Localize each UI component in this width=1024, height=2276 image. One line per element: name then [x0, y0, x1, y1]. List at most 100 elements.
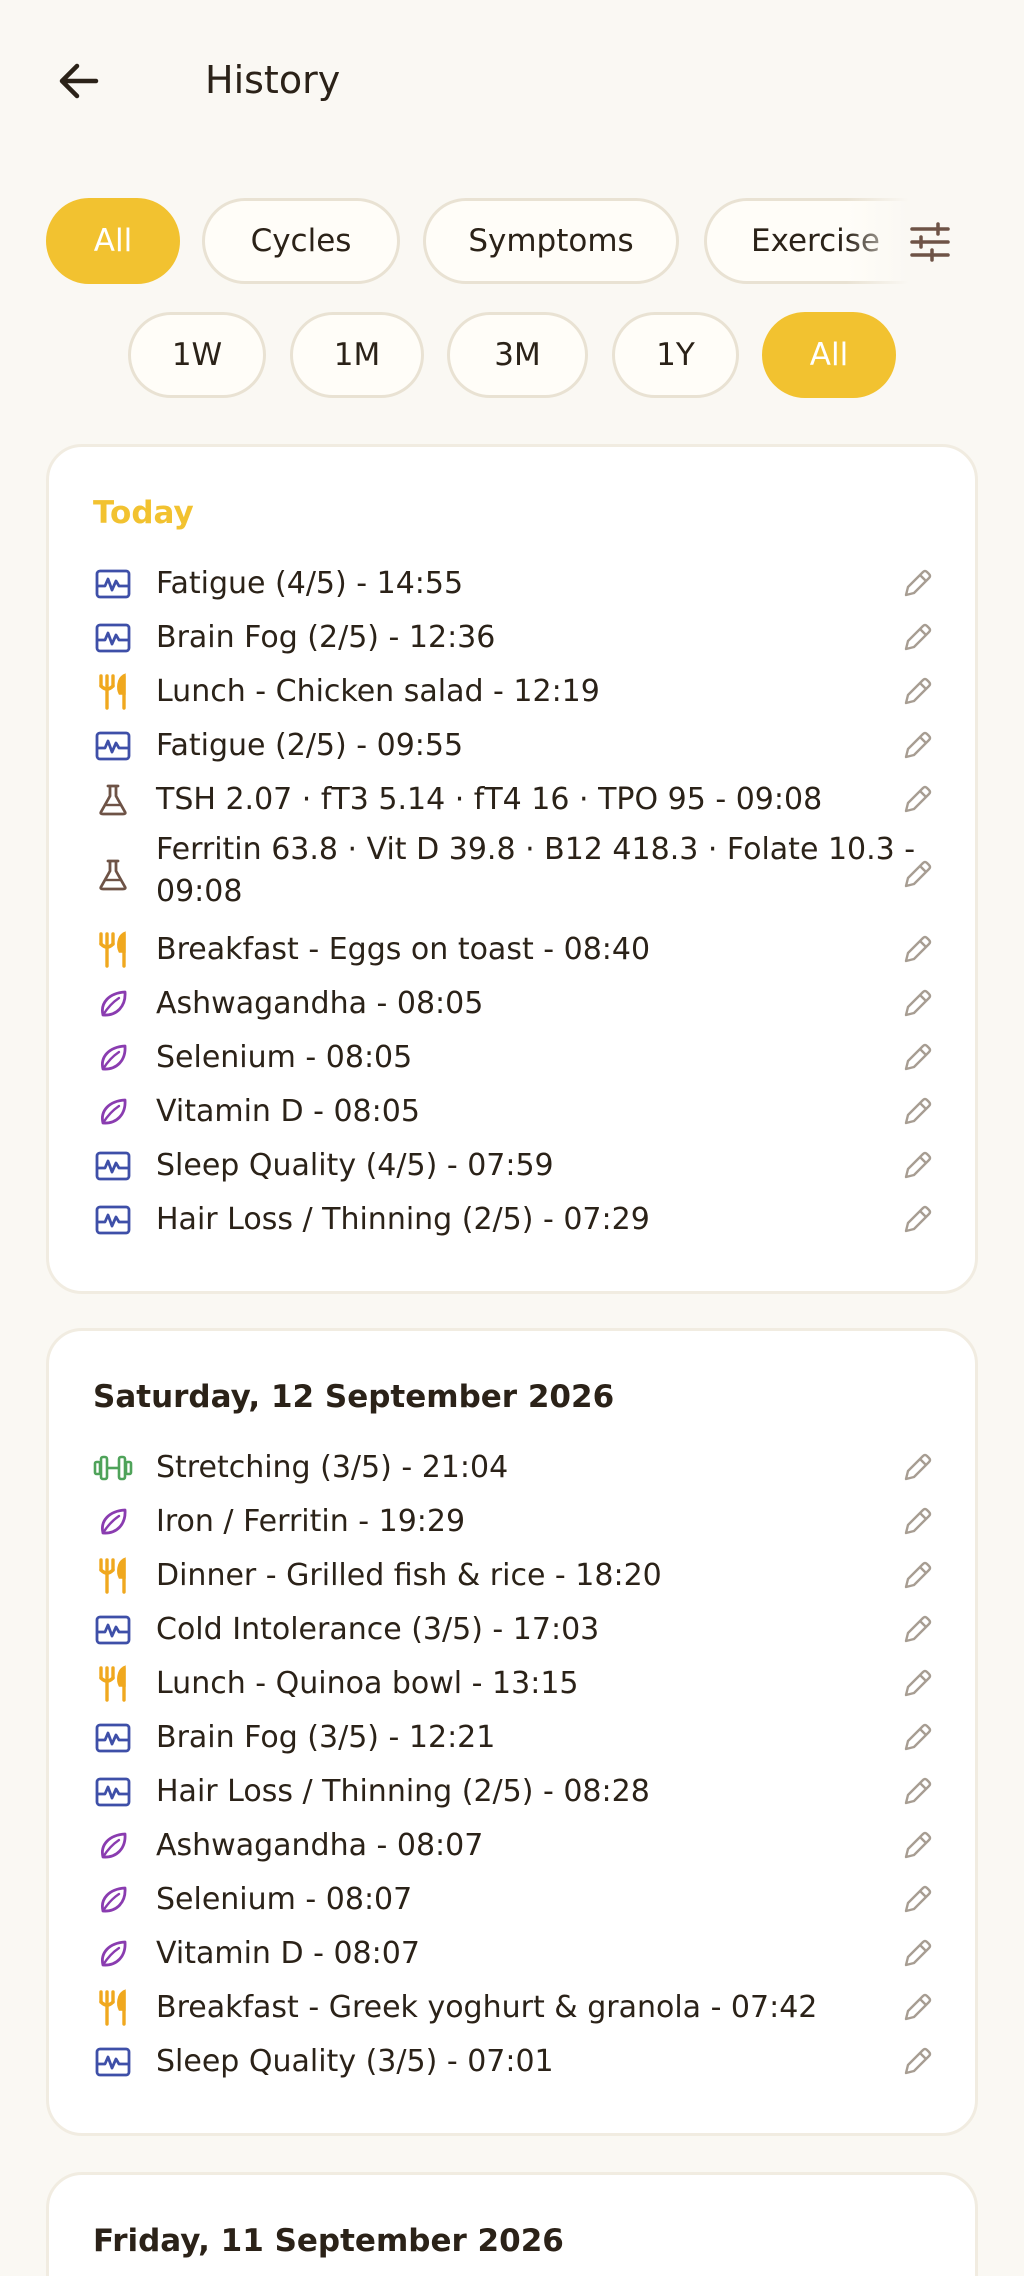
day-card-friday: Friday, 11 September 2026 — [46, 2172, 978, 2276]
supplement-icon — [93, 1038, 133, 1078]
edit-entry-button[interactable] — [895, 1824, 939, 1868]
history-entry[interactable]: Breakfast - Greek yoghurt & granola - 07… — [49, 1983, 981, 2037]
history-entry[interactable]: Vitamin D - 08:05 — [49, 1087, 981, 1141]
edit-entry-button[interactable] — [895, 1716, 939, 1760]
history-entry[interactable]: Sleep Quality (3/5) - 07:01 — [49, 2037, 981, 2091]
symptom-icon — [93, 1772, 133, 1812]
pencil-icon — [904, 1205, 932, 1233]
edit-entry-button[interactable] — [895, 616, 939, 660]
history-entry[interactable]: Hair Loss / Thinning (2/5) - 08:28 — [49, 1767, 981, 1821]
entry-label: Ashwagandha - 08:07 — [156, 1828, 484, 1863]
symptom-icon — [93, 1200, 133, 1240]
pencil-icon — [904, 677, 932, 705]
entry-label: Dinner - Grilled fish & rice - 18:20 — [156, 1558, 662, 1593]
pencil-icon — [904, 569, 932, 597]
pencil-icon — [904, 935, 932, 963]
edit-entry-button[interactable] — [895, 778, 939, 822]
edit-entry-button[interactable] — [895, 1144, 939, 1188]
category-chip-symptoms[interactable]: Symptoms — [423, 198, 679, 284]
entry-label: Fatigue (4/5) - 14:55 — [156, 566, 464, 601]
day-card-saturday: Saturday, 12 September 2026 Stretching (… — [46, 1328, 978, 2136]
symptom-icon — [93, 1718, 133, 1758]
entry-label: Vitamin D - 08:07 — [156, 1936, 420, 1971]
history-entry[interactable]: Dinner - Grilled fish & rice - 18:20 — [49, 1551, 981, 1605]
history-entry[interactable]: Selenium - 08:05 — [49, 1033, 981, 1087]
history-entry[interactable]: Hair Loss / Thinning (2/5) - 07:29 — [49, 1195, 981, 1249]
edit-entry-button[interactable] — [895, 1608, 939, 1652]
edit-entry-button[interactable] — [895, 1554, 939, 1598]
range-chip-3m[interactable]: 3M — [447, 312, 588, 398]
history-entry[interactable]: Cold Intolerance (3/5) - 17:03 — [49, 1605, 981, 1659]
edit-entry-button[interactable] — [895, 724, 939, 768]
history-entry[interactable]: Ferritin 63.8 · Vit D 39.8 · B12 418.3 ·… — [49, 829, 981, 925]
history-entry[interactable]: Selenium - 08:07 — [49, 1875, 981, 1929]
history-entry[interactable]: Fatigue (2/5) - 09:55 — [49, 721, 981, 775]
pencil-icon — [904, 1723, 932, 1751]
pencil-icon — [904, 1043, 932, 1071]
range-chip-all[interactable]: All — [762, 312, 896, 398]
pencil-icon — [904, 785, 932, 813]
supplement-icon — [93, 984, 133, 1024]
edit-entry-button[interactable] — [895, 1036, 939, 1080]
back-button[interactable] — [50, 52, 108, 110]
entry-label: Fatigue (2/5) - 09:55 — [156, 728, 464, 763]
pencil-icon — [904, 2047, 932, 2075]
symptom-icon — [93, 1146, 133, 1186]
sliders-icon — [910, 222, 950, 262]
edit-entry-button[interactable] — [895, 1770, 939, 1814]
edit-entry-button[interactable] — [895, 1986, 939, 2030]
edit-entry-button[interactable] — [895, 1090, 939, 1134]
edit-entry-button[interactable] — [895, 1878, 939, 1922]
edit-entry-button[interactable] — [895, 1446, 939, 1490]
meal-icon — [93, 1556, 133, 1596]
history-entry[interactable]: Brain Fog (3/5) - 12:21 — [49, 1713, 981, 1767]
day-card-today: Today Fatigue (4/5) - 14:55 Brain Fog (2/… — [46, 444, 978, 1294]
history-entry[interactable]: Lunch - Chicken salad - 12:19 — [49, 667, 981, 721]
range-chip-1m[interactable]: 1M — [290, 312, 424, 398]
history-entry[interactable]: Sleep Quality (4/5) - 07:59 — [49, 1141, 981, 1195]
entry-label: Ferritin 63.8 · Vit D 39.8 · B12 418.3 ·… — [156, 832, 916, 909]
history-entry[interactable]: Iron / Ferritin - 19:29 — [49, 1497, 981, 1551]
edit-entry-button[interactable] — [895, 1662, 939, 1706]
entry-label: Ashwagandha - 08:05 — [156, 986, 484, 1021]
supplement-icon — [93, 1880, 133, 1920]
category-chip-all[interactable]: All — [46, 198, 180, 284]
filter-settings-button[interactable] — [900, 212, 960, 272]
edit-entry-button[interactable] — [895, 982, 939, 1026]
history-entry[interactable]: Fatigue (4/5) - 14:55 — [49, 559, 981, 613]
edit-entry-button[interactable] — [895, 1198, 939, 1242]
edit-entry-button[interactable] — [895, 2040, 939, 2084]
history-entry[interactable]: Vitamin D - 08:07 — [49, 1929, 981, 1983]
edit-entry-button[interactable] — [895, 670, 939, 714]
entry-label: Stretching (3/5) - 21:04 — [156, 1450, 509, 1485]
edit-entry-button[interactable] — [895, 1932, 939, 1976]
edit-entry-button[interactable] — [895, 928, 939, 972]
entry-label: Sleep Quality (4/5) - 07:59 — [156, 1148, 554, 1183]
history-entry[interactable]: Brain Fog (2/5) - 12:36 — [49, 613, 981, 667]
pencil-icon — [904, 1507, 932, 1535]
day-heading: Friday, 11 September 2026 — [93, 2223, 564, 2259]
entry-label: Selenium - 08:05 — [156, 1040, 413, 1075]
edit-entry-button[interactable] — [895, 853, 939, 897]
edit-entry-button[interactable] — [895, 562, 939, 606]
history-entry[interactable]: Ashwagandha - 08:05 — [49, 979, 981, 1033]
history-entry[interactable]: Lunch - Quinoa bowl - 13:15 — [49, 1659, 981, 1713]
edit-entry-button[interactable] — [895, 1500, 939, 1544]
history-entry[interactable]: Breakfast - Eggs on toast - 08:40 — [49, 925, 981, 979]
history-entry[interactable]: TSH 2.07 · fT3 5.14 · fT4 16 · TPO 95 - … — [49, 775, 981, 829]
arrow-left-icon — [59, 63, 99, 99]
range-chip-1y[interactable]: 1Y — [612, 312, 739, 398]
entry-label: Lunch - Quinoa bowl - 13:15 — [156, 1666, 579, 1701]
history-entry[interactable]: Stretching (3/5) - 21:04 — [49, 1443, 981, 1497]
pencil-icon — [904, 1151, 932, 1179]
meal-icon — [93, 672, 133, 712]
range-chip-1w[interactable]: 1W — [128, 312, 266, 398]
day-heading: Today — [93, 495, 194, 531]
category-chip-cycles[interactable]: Cycles — [202, 198, 400, 284]
pencil-icon — [904, 1453, 932, 1481]
entry-label: Cold Intolerance (3/5) - 17:03 — [156, 1612, 600, 1647]
symptom-icon — [93, 726, 133, 766]
pencil-icon — [904, 989, 932, 1017]
pencil-icon — [904, 1885, 932, 1913]
history-entry[interactable]: Ashwagandha - 08:07 — [49, 1821, 981, 1875]
